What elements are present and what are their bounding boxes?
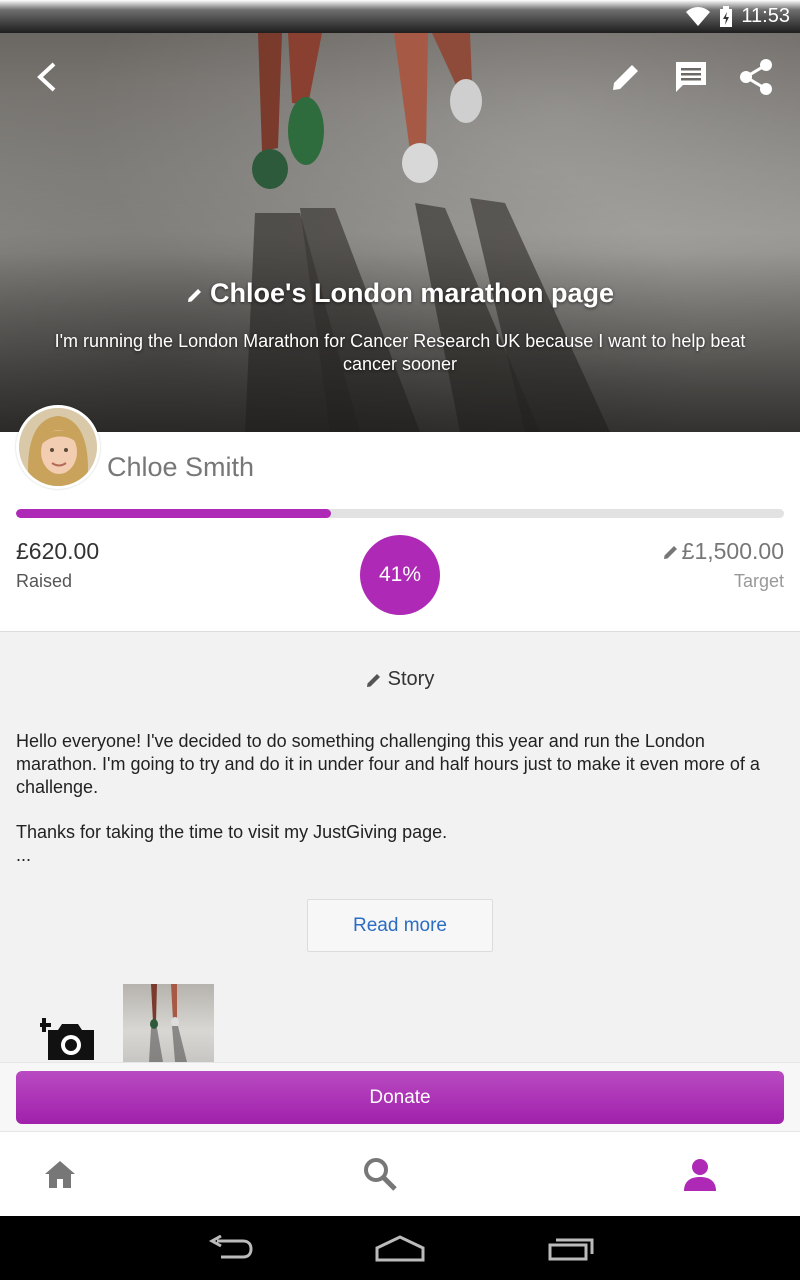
top-action-bar <box>0 53 800 103</box>
add-photo-button[interactable] <box>37 1012 98 1062</box>
progress-bar-fill <box>16 509 331 518</box>
comment-button[interactable] <box>667 53 715 101</box>
page-summary: I'm running the London Marathon for Canc… <box>54 331 746 374</box>
story-paragraph: Hello everyone! I've decided to do somet… <box>16 731 760 797</box>
percent-badge: 41% <box>360 535 440 615</box>
system-back-button[interactable] <box>195 1230 265 1266</box>
thumbnail-image <box>149 984 187 1062</box>
back-arrow-icon <box>37 62 56 92</box>
edit-page-button[interactable] <box>602 53 650 101</box>
edit-icon <box>613 65 638 90</box>
search-icon <box>364 1158 397 1191</box>
raised-label: Raised <box>16 571 73 591</box>
story-body: Hello everyone! I've decided to do somet… <box>16 730 784 889</box>
owner-name: Chloe Smith <box>107 452 255 482</box>
nav-profile[interactable] <box>670 1150 730 1198</box>
edit-icon <box>663 545 677 559</box>
story-paragraph: Thanks for taking the time to visit my J… <box>16 822 448 842</box>
system-recents-icon <box>548 1238 594 1261</box>
status-bar: 11:53 <box>0 0 800 33</box>
home-icon <box>45 1161 75 1188</box>
clock: 11:53 <box>741 5 790 27</box>
story-heading-text: Story <box>387 668 435 690</box>
avatar-photo <box>19 408 97 486</box>
photo-thumbnail[interactable] <box>123 984 214 1062</box>
story-heading[interactable]: Story <box>0 668 800 691</box>
progress-bar <box>16 509 784 518</box>
edit-icon[interactable] <box>186 286 204 304</box>
avatar[interactable] <box>16 405 100 489</box>
target-amount[interactable]: £1,500.00 <box>663 538 784 565</box>
bottom-navigation <box>0 1131 800 1216</box>
nav-home[interactable] <box>30 1150 90 1198</box>
profile-icon <box>684 1159 716 1191</box>
comment-icon <box>676 62 706 92</box>
fundraising-summary: Chloe Smith £620.00 Raised 41% £1,500.00… <box>0 405 800 632</box>
target-amount-text: £1,500.00 <box>681 538 784 564</box>
donate-bar: Donate <box>0 1062 800 1131</box>
raised-amount: £620.00 <box>16 538 100 564</box>
target-label: Target <box>733 571 784 591</box>
nav-search[interactable] <box>350 1150 410 1198</box>
page-title-text: Chloe's London marathon page <box>210 278 614 308</box>
story-ellipsis: ... <box>16 845 32 865</box>
hero-banner: Chloe's London marathon page I'm running… <box>0 33 800 432</box>
wifi-icon <box>686 6 711 26</box>
read-more-button[interactable]: Read more <box>307 899 493 952</box>
add-camera-icon <box>37 1018 94 1060</box>
system-navigation-bar <box>0 1216 800 1280</box>
page-title: Chloe's London marathon page <box>0 278 800 309</box>
system-home-button[interactable] <box>365 1230 435 1266</box>
system-home-icon <box>375 1235 425 1262</box>
donate-button[interactable]: Donate <box>16 1071 784 1124</box>
share-button[interactable] <box>732 53 780 101</box>
share-icon <box>740 59 772 95</box>
system-back-icon <box>208 1235 253 1259</box>
back-button[interactable] <box>24 53 72 101</box>
system-recents-button[interactable] <box>536 1230 606 1266</box>
battery-charging-icon <box>720 5 733 27</box>
edit-icon <box>366 673 380 687</box>
